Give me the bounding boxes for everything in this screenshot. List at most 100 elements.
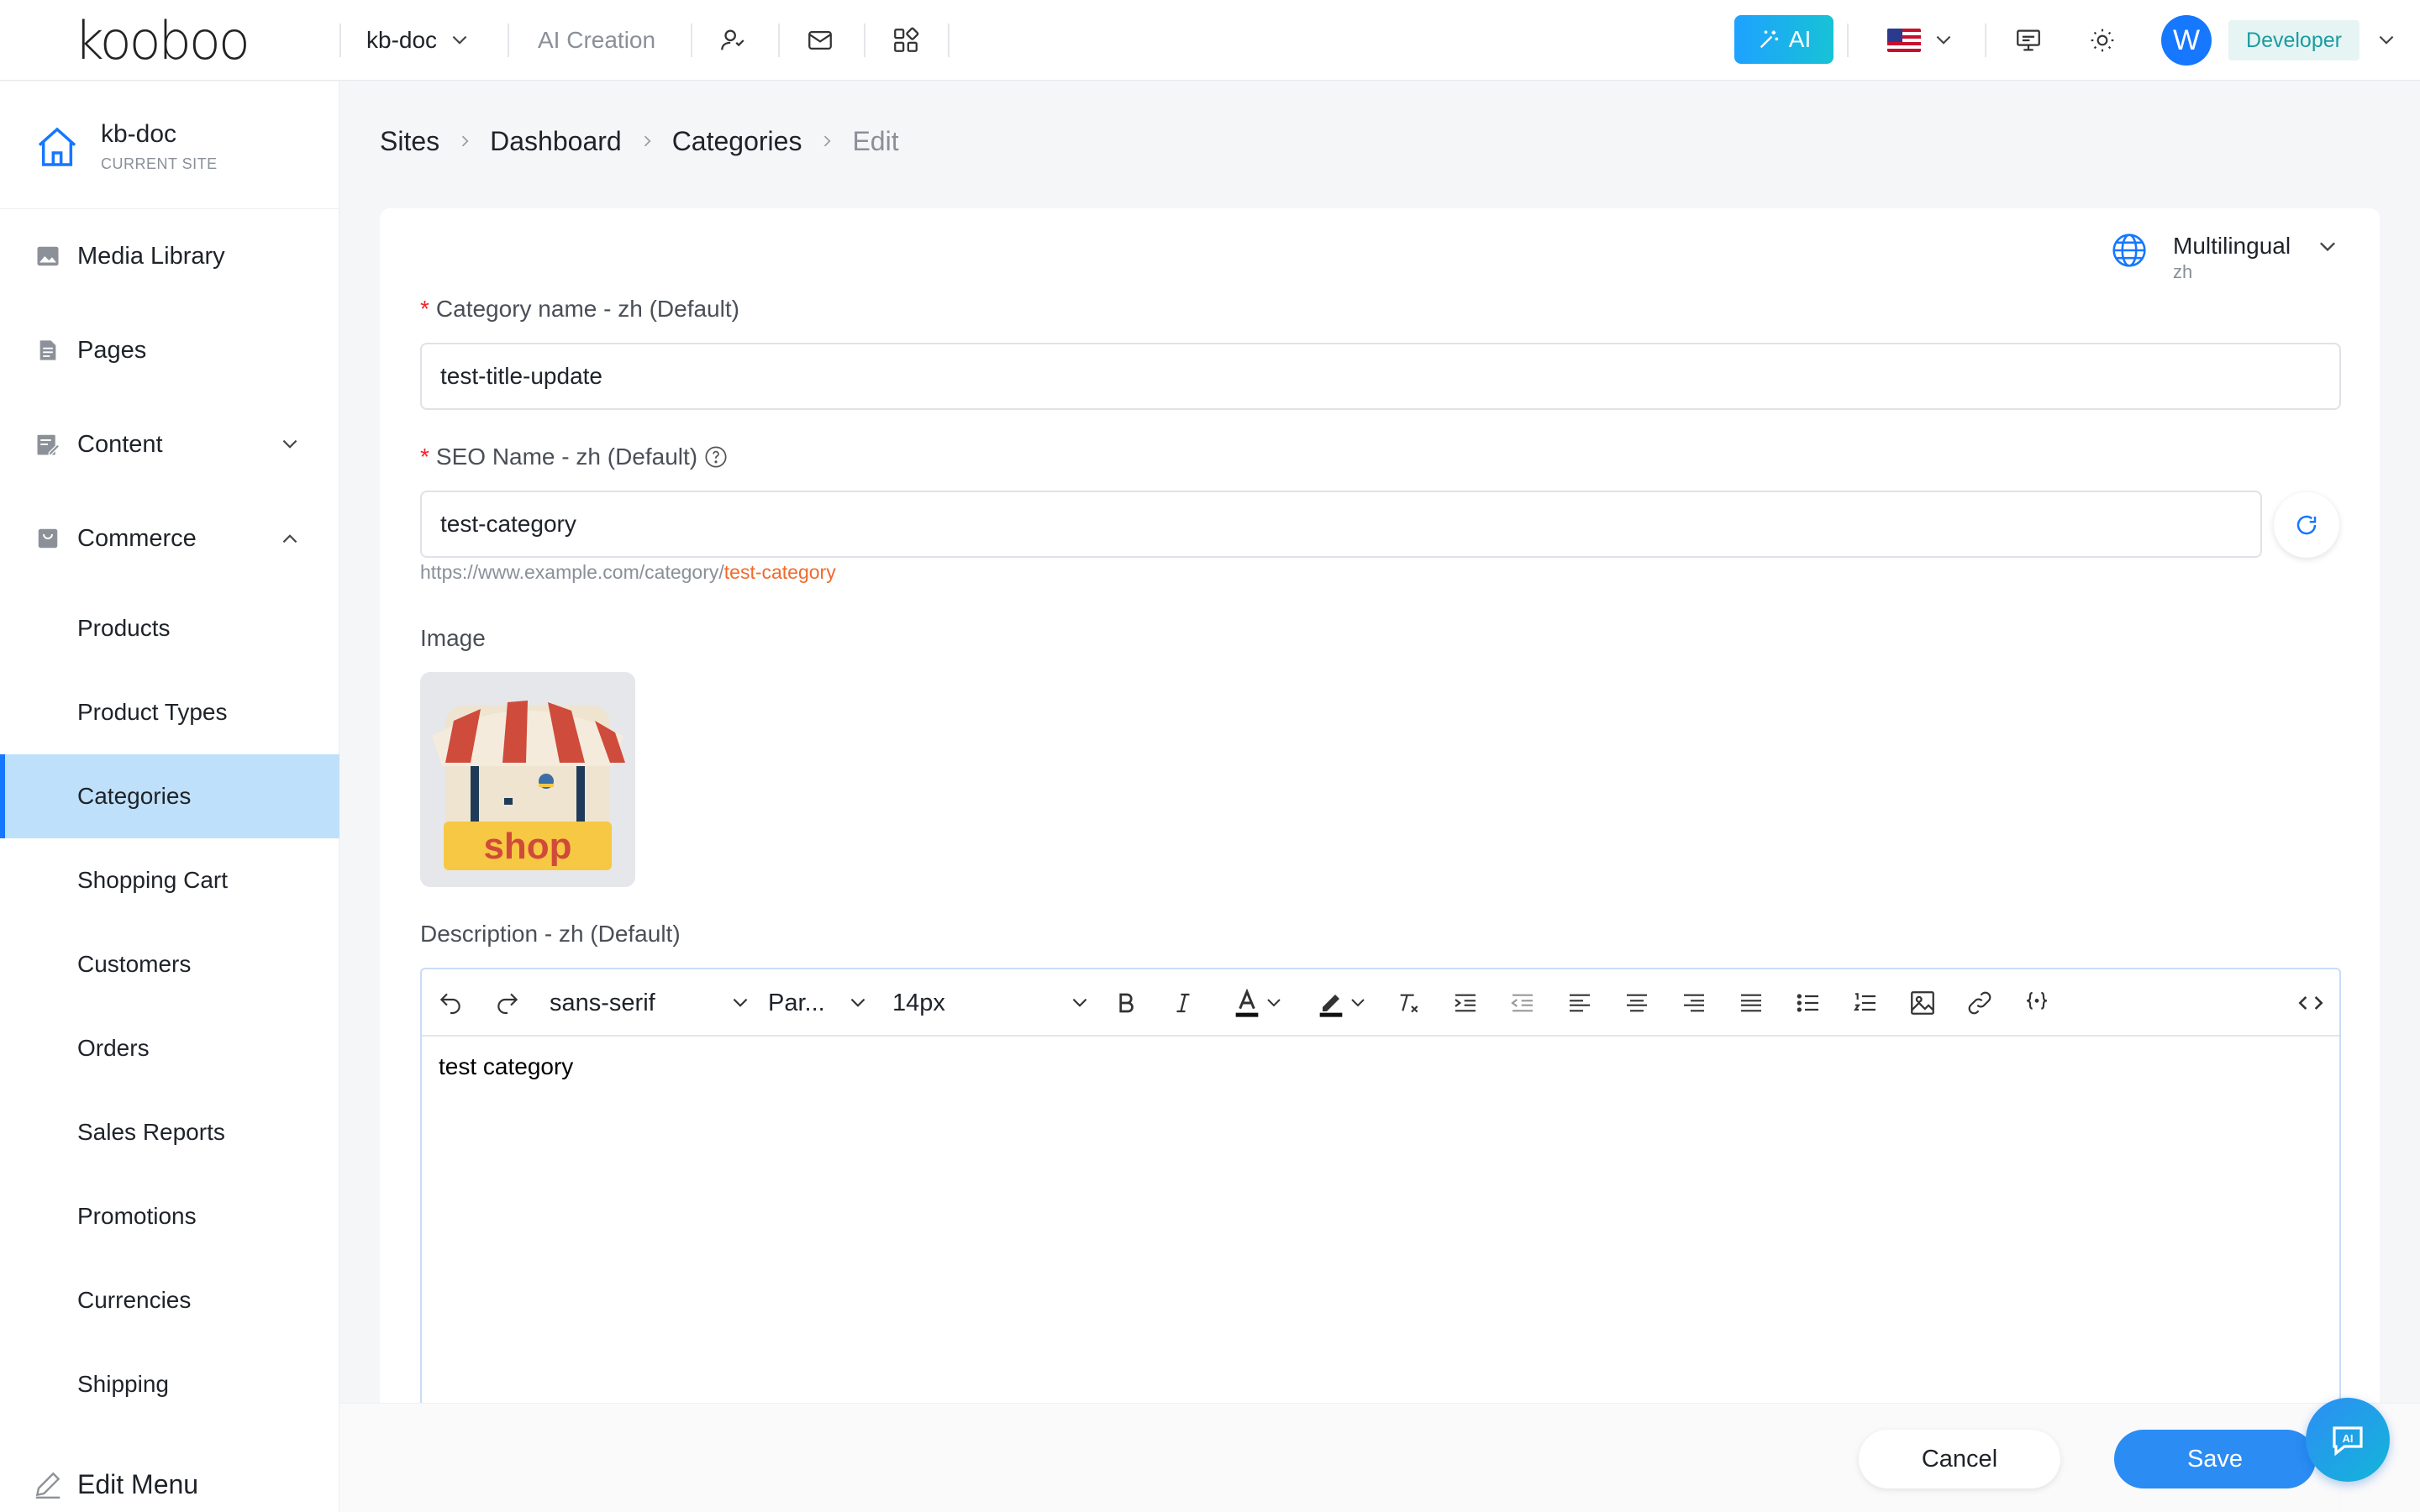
sidebar-item-pages[interactable]: Pages	[0, 308, 339, 392]
users-icon[interactable]	[716, 24, 750, 57]
theme-sun-icon[interactable]	[2086, 24, 2119, 57]
sidebar-item-label: Shopping Cart	[77, 867, 229, 893]
sidebar-item-currencies[interactable]: Currencies	[0, 1258, 339, 1342]
sidebar-item-products[interactable]: Products	[0, 586, 339, 670]
align-justify-icon[interactable]	[1734, 986, 1768, 1020]
category-name-input[interactable]: test-title-update	[420, 343, 2341, 410]
sidebar-item-shopping-cart[interactable]: Shopping Cart	[0, 838, 339, 922]
ai-chat-icon: AI	[2333, 1426, 2363, 1457]
sidebar-item-content[interactable]: Content	[0, 402, 339, 486]
shop-image: shop	[432, 701, 625, 870]
cancel-button[interactable]: Cancel	[1859, 1430, 2060, 1488]
block-format-value: Par...	[768, 989, 825, 1016]
chevron-down-icon	[452, 35, 467, 45]
chevron-right-icon	[639, 133, 655, 150]
breadcrumb-edit: Edit	[852, 125, 899, 156]
sidebar-item-label: Content	[77, 430, 163, 458]
ai-creation-link[interactable]: AI Creation	[538, 24, 655, 57]
seo-url-prefix: https://www.example.com/category/	[420, 561, 724, 583]
sidebar: kb-doc CURRENT SITE Media Library Pages …	[0, 81, 339, 1512]
required-asterisk: *	[420, 296, 429, 322]
highlighter-icon	[1319, 995, 1343, 1017]
sidebar-item-shipping[interactable]: Shipping	[0, 1342, 339, 1426]
outdent-icon[interactable]	[1506, 986, 1539, 1020]
site-selector[interactable]: kb-doc	[366, 24, 471, 57]
seo-url-preview: https://www.example.com/category/test-ca…	[420, 561, 836, 584]
undo-icon[interactable]	[434, 986, 467, 1020]
shop-bag-icon	[34, 524, 62, 553]
clear-format-icon[interactable]	[1392, 986, 1425, 1020]
breadcrumb-dashboard[interactable]: Dashboard	[490, 126, 622, 157]
svg-text:AI: AI	[2343, 1432, 2354, 1445]
breadcrumb-sites[interactable]: Sites	[380, 126, 439, 157]
monitor-icon[interactable]	[2012, 24, 2045, 57]
align-left-icon[interactable]	[1563, 986, 1597, 1020]
numbered-list-icon[interactable]	[1849, 986, 1882, 1020]
seo-url-slug: test-category	[723, 561, 836, 583]
font-family-select[interactable]: sans-serif	[550, 986, 751, 1020]
indent-icon[interactable]	[1449, 986, 1482, 1020]
apps-grid-icon[interactable]	[889, 24, 923, 57]
divider	[691, 24, 692, 57]
sidebar-item-orders[interactable]: Orders	[0, 1006, 339, 1090]
sidebar-item-sales-reports[interactable]: Sales Reports	[0, 1090, 339, 1174]
redo-icon[interactable]	[491, 986, 524, 1020]
font-size-select[interactable]: 14px	[892, 986, 1091, 1020]
font-size-value: 14px	[892, 989, 945, 1016]
align-center-icon[interactable]	[1620, 986, 1654, 1020]
language-selector[interactable]	[1887, 24, 1954, 57]
image-icon	[34, 242, 62, 270]
multilingual-selector[interactable]: Multilingual zh	[2111, 232, 2339, 282]
mail-icon[interactable]	[803, 24, 837, 57]
seo-name-label-text: SEO Name - zh (Default)	[435, 444, 698, 470]
block-format-select[interactable]: Par...	[768, 986, 869, 1020]
kooboo-logo[interactable]: kooboo	[74, 12, 250, 71]
italic-icon[interactable]	[1166, 986, 1200, 1020]
avatar[interactable]: W	[2161, 15, 2212, 66]
chevron-down-icon	[2320, 242, 2336, 252]
edit-menu-label: Edit Menu	[77, 1468, 199, 1499]
sidebar-item-categories[interactable]: Categories	[0, 754, 339, 838]
sidebar-item-label: Product Types	[77, 699, 228, 725]
role-badge[interactable]: Developer	[2228, 20, 2360, 60]
link-icon[interactable]	[1963, 986, 1996, 1020]
sidebar-item-commerce[interactable]: Commerce	[0, 496, 339, 580]
chevron-down-icon	[1267, 999, 1281, 1007]
chevron-up-icon	[282, 534, 297, 543]
divider	[508, 24, 509, 57]
sidebar-item-media-library[interactable]: Media Library	[0, 214, 339, 298]
seo-name-input[interactable]: test-category	[420, 491, 2262, 558]
align-right-icon[interactable]	[1677, 986, 1711, 1020]
source-code-icon[interactable]	[2294, 986, 2328, 1020]
highlight-color-button[interactable]	[1306, 986, 1376, 1020]
image-label: Image	[420, 625, 486, 651]
ai-assistant-button[interactable]: AI	[2306, 1398, 2390, 1482]
chevron-down-icon	[1072, 998, 1087, 1007]
top-header: kooboo kb-doc AI Creation AI W Developer	[0, 0, 2420, 81]
ai-button[interactable]: AI	[1734, 15, 1833, 64]
edit-menu-button[interactable]: Edit Menu	[0, 1442, 339, 1512]
sidebar-item-label: Promotions	[77, 1203, 197, 1229]
font-family-value: sans-serif	[550, 989, 655, 1016]
chevron-down-icon[interactable]	[2370, 24, 2403, 57]
bullet-list-icon[interactable]	[1791, 986, 1825, 1020]
seo-name-label: * SEO Name - zh (Default)	[420, 444, 728, 470]
sidebar-item-product-types[interactable]: Product Types	[0, 670, 339, 754]
sidebar-item-promotions[interactable]: Promotions	[0, 1174, 339, 1258]
insert-image-icon[interactable]	[1906, 986, 1939, 1020]
sidebar-item-label: Sales Reports	[77, 1119, 225, 1145]
sidebar-item-customers[interactable]: Customers	[0, 922, 339, 1006]
help-circle-icon[interactable]	[704, 445, 728, 469]
shop-image-text: shop	[483, 826, 571, 867]
save-button[interactable]: Save	[2114, 1430, 2316, 1488]
current-site[interactable]: kb-doc CURRENT SITE	[0, 81, 339, 209]
variable-icon[interactable]	[2020, 986, 2054, 1020]
regenerate-seo-button[interactable]	[2274, 492, 2339, 558]
editor-content[interactable]: test category	[439, 1053, 573, 1080]
sidebar-item-label: Shipping	[77, 1371, 169, 1397]
action-footer	[339, 1403, 2420, 1512]
breadcrumb-categories[interactable]: Categories	[672, 126, 802, 157]
category-image[interactable]: shop	[420, 672, 635, 887]
bold-icon[interactable]	[1109, 986, 1143, 1020]
text-color-button[interactable]	[1223, 986, 1291, 1020]
